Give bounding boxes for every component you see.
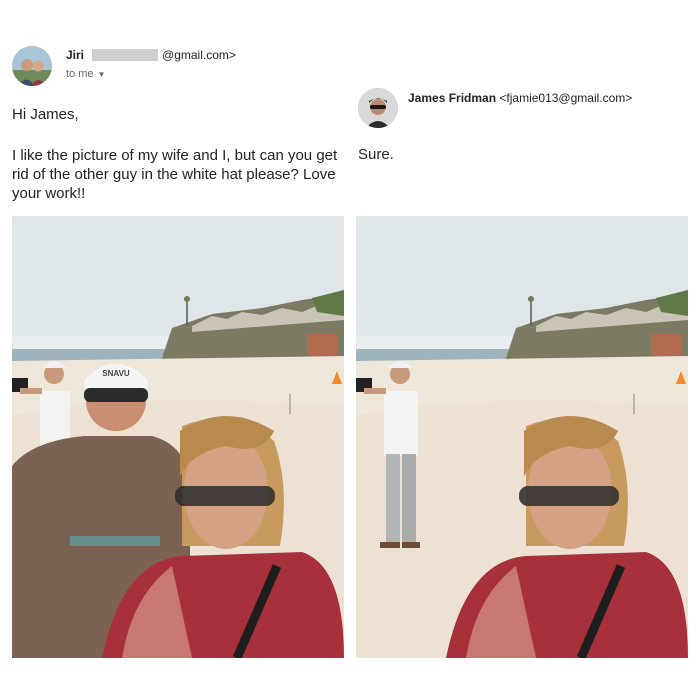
edited-photo[interactable] xyxy=(356,216,688,658)
reply-sender-email: <fjamie013@gmail.com> xyxy=(499,91,633,105)
reply-sender-name[interactable]: James Fridman xyxy=(408,91,496,105)
original-photo[interactable]: SNAVU xyxy=(12,216,344,658)
recipient-line[interactable]: to me ▼ xyxy=(66,68,105,80)
avatar-image xyxy=(12,46,52,86)
sender-email: @gmail.com> xyxy=(162,48,236,62)
sender-avatar[interactable] xyxy=(12,46,52,86)
sender-line: Jiri @gmail.com> xyxy=(66,48,236,62)
reply-sender-avatar[interactable] xyxy=(358,88,398,128)
chevron-down-icon[interactable]: ▼ xyxy=(98,70,106,79)
beach-photo-edited xyxy=(356,216,688,658)
sender-name[interactable]: Jiri xyxy=(66,48,84,62)
reply-body: Sure. xyxy=(358,146,394,163)
hat-text: SNAVU xyxy=(102,369,130,378)
email-body: I like the picture of my wife and I, but… xyxy=(12,147,338,202)
redacted-email-block xyxy=(92,49,159,61)
avatar-image xyxy=(358,88,398,128)
reply-sender-line: James Fridman <fjamie013@gmail.com> xyxy=(408,91,632,105)
beach-photo-original: SNAVU xyxy=(12,216,344,658)
recipient-label: to me xyxy=(66,68,94,80)
email-greeting: Hi James, xyxy=(12,106,79,123)
